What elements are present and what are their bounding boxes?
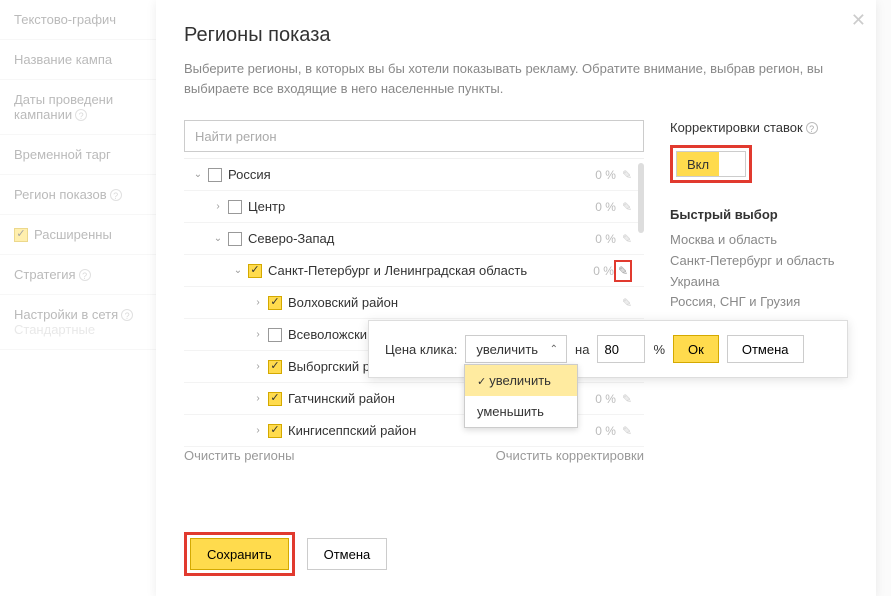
percent-value: 0 % xyxy=(595,232,616,246)
quick-select-item[interactable]: Санкт-Петербург и область xyxy=(670,251,848,272)
clear-regions-link[interactable]: Очистить регионы xyxy=(184,448,294,463)
percent-input[interactable] xyxy=(597,335,645,363)
help-icon: ? xyxy=(806,122,818,134)
node-label: Волховский район xyxy=(288,295,398,310)
chevron-up-icon: ⌃ xyxy=(550,344,558,355)
chevron-right-icon[interactable]: › xyxy=(252,297,264,308)
edit-icon[interactable]: ✎ xyxy=(622,200,632,214)
search-input[interactable] xyxy=(184,120,644,152)
na-label: на xyxy=(575,342,589,357)
checkbox[interactable] xyxy=(228,200,242,214)
scrollbar[interactable] xyxy=(638,163,644,233)
cancel-button[interactable]: Отмена xyxy=(727,335,804,363)
modal-title: Регионы показа xyxy=(184,24,848,47)
adjustments-toggle[interactable]: Вкл xyxy=(676,151,746,177)
checkbox[interactable] xyxy=(228,232,242,246)
toggle-off-side xyxy=(719,152,745,176)
highlight-box: Сохранить xyxy=(184,532,295,576)
checkbox[interactable] xyxy=(268,392,282,406)
node-label: Санкт-Петербург и Ленинградская область xyxy=(268,263,527,278)
checkbox[interactable] xyxy=(268,360,282,374)
toggle-on-label: Вкл xyxy=(677,152,719,176)
chevron-right-icon[interactable]: › xyxy=(252,329,264,340)
bid-popup: Цена клика: увеличить ⌃ на % Ок Отмена xyxy=(368,320,848,378)
tree-node[interactable]: › Волховский район ✎ xyxy=(184,287,644,319)
edit-icon[interactable]: ✎ xyxy=(622,392,632,406)
percent-label: % xyxy=(653,342,665,357)
percent-value: 0 % xyxy=(593,264,614,278)
highlight-box: Вкл xyxy=(670,145,752,183)
percent-value: 0 % xyxy=(595,200,616,214)
direction-dropdown: увеличить уменьшить xyxy=(464,364,578,428)
chevron-down-icon[interactable]: ⌄ xyxy=(212,233,224,244)
chevron-right-icon[interactable]: › xyxy=(252,361,264,372)
save-button[interactable]: Сохранить xyxy=(190,538,289,570)
quick-select-item[interactable]: Украина xyxy=(670,272,848,293)
edit-icon[interactable]: ✎ xyxy=(622,168,632,182)
regions-modal: ✕ Регионы показа Выберите регионы, в кот… xyxy=(156,0,876,596)
node-label: Центр xyxy=(248,199,285,214)
edit-icon[interactable]: ✎ xyxy=(614,260,632,282)
direction-select[interactable]: увеличить ⌃ xyxy=(465,335,567,363)
chevron-right-icon[interactable]: › xyxy=(212,201,224,212)
tree-node[interactable]: › Центр 0 % ✎ xyxy=(184,191,644,223)
edit-icon[interactable]: ✎ xyxy=(622,232,632,246)
cancel-button[interactable]: Отмена xyxy=(307,538,388,570)
percent-value: 0 % xyxy=(595,392,616,406)
clear-adjustments-link[interactable]: Очистить корректировки xyxy=(496,448,644,463)
tree-node[interactable]: ⌄ Санкт-Петербург и Ленинградская область… xyxy=(184,255,644,287)
chevron-right-icon[interactable]: › xyxy=(252,425,264,436)
edit-icon[interactable]: ✎ xyxy=(622,424,632,438)
chevron-down-icon[interactable]: ⌄ xyxy=(192,169,204,180)
dropdown-option[interactable]: уменьшить xyxy=(465,396,577,427)
percent-value: 0 % xyxy=(595,168,616,182)
ok-button[interactable]: Ок xyxy=(673,335,719,363)
chevron-right-icon[interactable]: › xyxy=(252,393,264,404)
adjustments-title: Корректировки ставок? xyxy=(670,120,848,135)
node-label: Северо-Запад xyxy=(248,231,334,246)
node-label: Гатчинский район xyxy=(288,391,395,406)
quick-select-item[interactable]: Москва и область xyxy=(670,230,848,251)
close-icon[interactable]: ✕ xyxy=(851,10,866,31)
chevron-down-icon[interactable]: ⌄ xyxy=(232,265,244,276)
popup-label: Цена клика: xyxy=(385,342,457,357)
tree-node[interactable]: ⌄ Россия 0 % ✎ xyxy=(184,159,644,191)
checkbox[interactable] xyxy=(208,168,222,182)
modal-description: Выберите регионы, в которых вы бы хотели… xyxy=(184,59,848,98)
quick-select-list: Москва и областьСанкт-Петербург и област… xyxy=(670,230,848,313)
percent-value: 0 % xyxy=(595,424,616,438)
checkbox[interactable] xyxy=(248,264,262,278)
node-label: Россия xyxy=(228,167,271,182)
edit-icon[interactable]: ✎ xyxy=(622,296,632,310)
dropdown-option[interactable]: увеличить xyxy=(465,365,577,396)
tree-node[interactable]: ⌄ Северо-Запад 0 % ✎ xyxy=(184,223,644,255)
checkbox[interactable] xyxy=(268,424,282,438)
checkbox[interactable] xyxy=(268,296,282,310)
checkbox[interactable] xyxy=(268,328,282,342)
quick-select-title: Быстрый выбор xyxy=(670,207,848,222)
quick-select-item[interactable]: Россия, СНГ и Грузия xyxy=(670,292,848,313)
node-label: Кингисеппский район xyxy=(288,423,416,438)
